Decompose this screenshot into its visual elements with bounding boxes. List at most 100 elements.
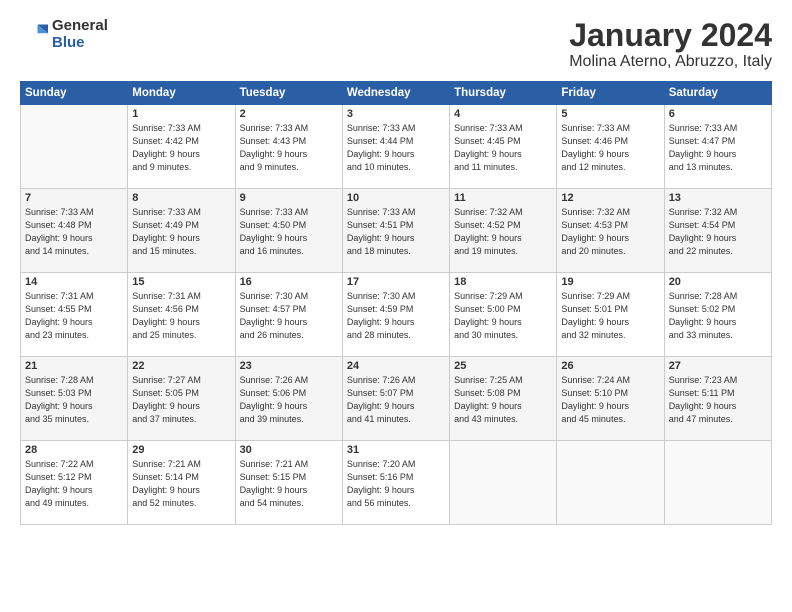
calendar-cell: 5Sunrise: 7:33 AM Sunset: 4:46 PM Daylig… [557, 105, 664, 189]
calendar-cell: 18 Sunrise: 7:29 AM Sunset: 5:00 PM Dayli… [450, 273, 557, 357]
day-number: 24 [347, 360, 445, 372]
day-number: 1 [132, 108, 230, 120]
title-block: January 2024 Molina Aterno, Abruzzo, Ita… [569, 18, 772, 71]
day-number: 18 [454, 276, 552, 288]
day-number: 26 [561, 360, 659, 372]
day-number: 27 [669, 360, 767, 372]
day-number: 6 [669, 108, 767, 120]
day-info: Sunrise: 7:31 AM Sunset: 4:55 PM Dayligh… [25, 290, 123, 342]
calendar-cell: 6 Sunrise: 7:33 AM Sunset: 4:47 PM Daylig… [664, 105, 771, 189]
day-number: 20 [669, 276, 767, 288]
week-row-4: 21 Sunrise: 7:28 AM Sunset: 5:03 PM Dayli… [21, 357, 772, 441]
calendar-header: SundayMondayTuesdayWednesdayThursdayFrid… [21, 82, 772, 105]
day-number: 14 [25, 276, 123, 288]
header-day-wednesday: Wednesday [342, 82, 449, 105]
day-info: Sunrise: 7:30 AM Sunset: 4:57 PM Dayligh… [240, 290, 338, 342]
calendar-cell: 13 Sunrise: 7:32 AM Sunset: 4:54 PM Dayli… [664, 189, 771, 273]
day-number: 8 [132, 192, 230, 204]
day-info: Sunrise: 7:32 AM Sunset: 4:52 PM Dayligh… [454, 206, 552, 258]
calendar-cell: 21 Sunrise: 7:28 AM Sunset: 5:03 PM Dayli… [21, 357, 128, 441]
header-day-friday: Friday [557, 82, 664, 105]
calendar-cell: 22 Sunrise: 7:27 AM Sunset: 5:05 PM Dayli… [128, 357, 235, 441]
day-number: 23 [240, 360, 338, 372]
calendar-cell: 10 Sunrise: 7:33 AM Sunset: 4:51 PM Dayli… [342, 189, 449, 273]
page: General Blue January 2024 Molina Aterno,… [0, 0, 792, 612]
month-title: January 2024 [569, 18, 772, 53]
day-info: Sunrise: 7:32 AM Sunset: 4:53 PM Dayligh… [561, 206, 659, 258]
day-number: 25 [454, 360, 552, 372]
calendar-cell: 12 Sunrise: 7:32 AM Sunset: 4:53 PM Dayli… [557, 189, 664, 273]
calendar-cell [557, 441, 664, 525]
calendar-body: 1Sunrise: 7:33 AM Sunset: 4:42 PM Daylig… [21, 105, 772, 525]
calendar-cell [664, 441, 771, 525]
day-info: Sunrise: 7:28 AM Sunset: 5:03 PM Dayligh… [25, 374, 123, 426]
header-day-monday: Monday [128, 82, 235, 105]
day-number: 10 [347, 192, 445, 204]
calendar-cell: 29 Sunrise: 7:21 AM Sunset: 5:14 PM Dayli… [128, 441, 235, 525]
day-number: 17 [347, 276, 445, 288]
calendar-cell: 27 Sunrise: 7:23 AM Sunset: 5:11 PM Dayli… [664, 357, 771, 441]
day-info: Sunrise: 7:33 AM Sunset: 4:50 PM Dayligh… [240, 206, 338, 258]
day-number: 2 [240, 108, 338, 120]
header-day-tuesday: Tuesday [235, 82, 342, 105]
day-info: Sunrise: 7:29 AM Sunset: 5:01 PM Dayligh… [561, 290, 659, 342]
day-info: Sunrise: 7:33 AM Sunset: 4:46 PM Dayligh… [561, 122, 659, 174]
day-number: 13 [669, 192, 767, 204]
day-number: 15 [132, 276, 230, 288]
day-number: 9 [240, 192, 338, 204]
header-row: SundayMondayTuesdayWednesdayThursdayFrid… [21, 82, 772, 105]
day-info: Sunrise: 7:28 AM Sunset: 5:02 PM Dayligh… [669, 290, 767, 342]
calendar-cell: 24 Sunrise: 7:26 AM Sunset: 5:07 PM Dayli… [342, 357, 449, 441]
day-info: Sunrise: 7:33 AM Sunset: 4:47 PM Dayligh… [669, 122, 767, 174]
day-info: Sunrise: 7:23 AM Sunset: 5:11 PM Dayligh… [669, 374, 767, 426]
week-row-2: 7Sunrise: 7:33 AM Sunset: 4:48 PM Daylig… [21, 189, 772, 273]
logo-text: General Blue [52, 18, 108, 51]
calendar: SundayMondayTuesdayWednesdayThursdayFrid… [20, 81, 772, 600]
location-title: Molina Aterno, Abruzzo, Italy [569, 53, 772, 71]
calendar-cell: 23 Sunrise: 7:26 AM Sunset: 5:06 PM Dayli… [235, 357, 342, 441]
calendar-cell: 19 Sunrise: 7:29 AM Sunset: 5:01 PM Dayli… [557, 273, 664, 357]
day-info: Sunrise: 7:27 AM Sunset: 5:05 PM Dayligh… [132, 374, 230, 426]
day-info: Sunrise: 7:29 AM Sunset: 5:00 PM Dayligh… [454, 290, 552, 342]
day-info: Sunrise: 7:25 AM Sunset: 5:08 PM Dayligh… [454, 374, 552, 426]
logo: General Blue [20, 18, 108, 51]
day-info: Sunrise: 7:33 AM Sunset: 4:43 PM Dayligh… [240, 122, 338, 174]
day-info: Sunrise: 7:32 AM Sunset: 4:54 PM Dayligh… [669, 206, 767, 258]
calendar-cell: 2 Sunrise: 7:33 AM Sunset: 4:43 PM Daylig… [235, 105, 342, 189]
calendar-cell: 30 Sunrise: 7:21 AM Sunset: 5:15 PM Dayli… [235, 441, 342, 525]
day-number: 7 [25, 192, 123, 204]
day-number: 11 [454, 192, 552, 204]
day-info: Sunrise: 7:20 AM Sunset: 5:16 PM Dayligh… [347, 458, 445, 510]
calendar-cell: 31 Sunrise: 7:20 AM Sunset: 5:16 PM Dayli… [342, 441, 449, 525]
week-row-5: 28Sunrise: 7:22 AM Sunset: 5:12 PM Dayli… [21, 441, 772, 525]
calendar-cell: 20 Sunrise: 7:28 AM Sunset: 5:02 PM Dayli… [664, 273, 771, 357]
day-number: 21 [25, 360, 123, 372]
day-info: Sunrise: 7:21 AM Sunset: 5:14 PM Dayligh… [132, 458, 230, 510]
day-number: 31 [347, 444, 445, 456]
day-info: Sunrise: 7:33 AM Sunset: 4:44 PM Dayligh… [347, 122, 445, 174]
day-info: Sunrise: 7:33 AM Sunset: 4:51 PM Dayligh… [347, 206, 445, 258]
calendar-cell: 14 Sunrise: 7:31 AM Sunset: 4:55 PM Dayli… [21, 273, 128, 357]
calendar-cell: 1Sunrise: 7:33 AM Sunset: 4:42 PM Daylig… [128, 105, 235, 189]
day-number: 19 [561, 276, 659, 288]
calendar-cell [21, 105, 128, 189]
day-info: Sunrise: 7:26 AM Sunset: 5:06 PM Dayligh… [240, 374, 338, 426]
day-number: 22 [132, 360, 230, 372]
calendar-table: SundayMondayTuesdayWednesdayThursdayFrid… [20, 81, 772, 525]
day-number: 28 [25, 444, 123, 456]
day-number: 12 [561, 192, 659, 204]
calendar-cell: 11 Sunrise: 7:32 AM Sunset: 4:52 PM Dayli… [450, 189, 557, 273]
calendar-cell: 3Sunrise: 7:33 AM Sunset: 4:44 PM Daylig… [342, 105, 449, 189]
calendar-cell [450, 441, 557, 525]
logo-general: General [52, 18, 108, 35]
logo-icon [20, 21, 48, 49]
calendar-cell: 7Sunrise: 7:33 AM Sunset: 4:48 PM Daylig… [21, 189, 128, 273]
day-info: Sunrise: 7:31 AM Sunset: 4:56 PM Dayligh… [132, 290, 230, 342]
calendar-cell: 25 Sunrise: 7:25 AM Sunset: 5:08 PM Dayli… [450, 357, 557, 441]
day-info: Sunrise: 7:30 AM Sunset: 4:59 PM Dayligh… [347, 290, 445, 342]
day-number: 30 [240, 444, 338, 456]
day-info: Sunrise: 7:33 AM Sunset: 4:45 PM Dayligh… [454, 122, 552, 174]
day-number: 29 [132, 444, 230, 456]
day-info: Sunrise: 7:21 AM Sunset: 5:15 PM Dayligh… [240, 458, 338, 510]
day-info: Sunrise: 7:26 AM Sunset: 5:07 PM Dayligh… [347, 374, 445, 426]
